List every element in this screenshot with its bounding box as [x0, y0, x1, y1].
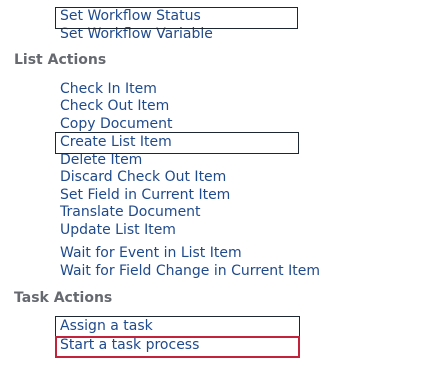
action-set-workflow-variable[interactable]: Set Workflow Variable	[60, 24, 213, 44]
action-wait-for-field-change-in-current-item[interactable]: Wait for Field Change in Current Item	[60, 261, 320, 281]
section-header-task-actions: Task Actions	[14, 290, 113, 306]
action-discard-check-out-item[interactable]: Discard Check Out Item	[60, 167, 226, 187]
action-update-list-item[interactable]: Update List Item	[60, 220, 176, 240]
workflow-actions-menu: Set Workflow Status Set Workflow Variabl…	[0, 0, 442, 386]
action-start-a-task-process[interactable]: Start a task process	[60, 335, 199, 355]
action-copy-document[interactable]: Copy Document	[60, 114, 173, 134]
action-translate-document[interactable]: Translate Document	[60, 202, 201, 222]
action-wait-for-event-in-list-item[interactable]: Wait for Event in List Item	[60, 243, 242, 263]
section-header-list-actions: List Actions	[14, 52, 107, 68]
action-check-out-item[interactable]: Check Out Item	[60, 96, 169, 116]
action-set-workflow-status[interactable]: Set Workflow Status	[60, 6, 201, 26]
action-create-list-item[interactable]: Create List Item	[60, 132, 172, 152]
action-assign-a-task[interactable]: Assign a task	[60, 316, 153, 336]
